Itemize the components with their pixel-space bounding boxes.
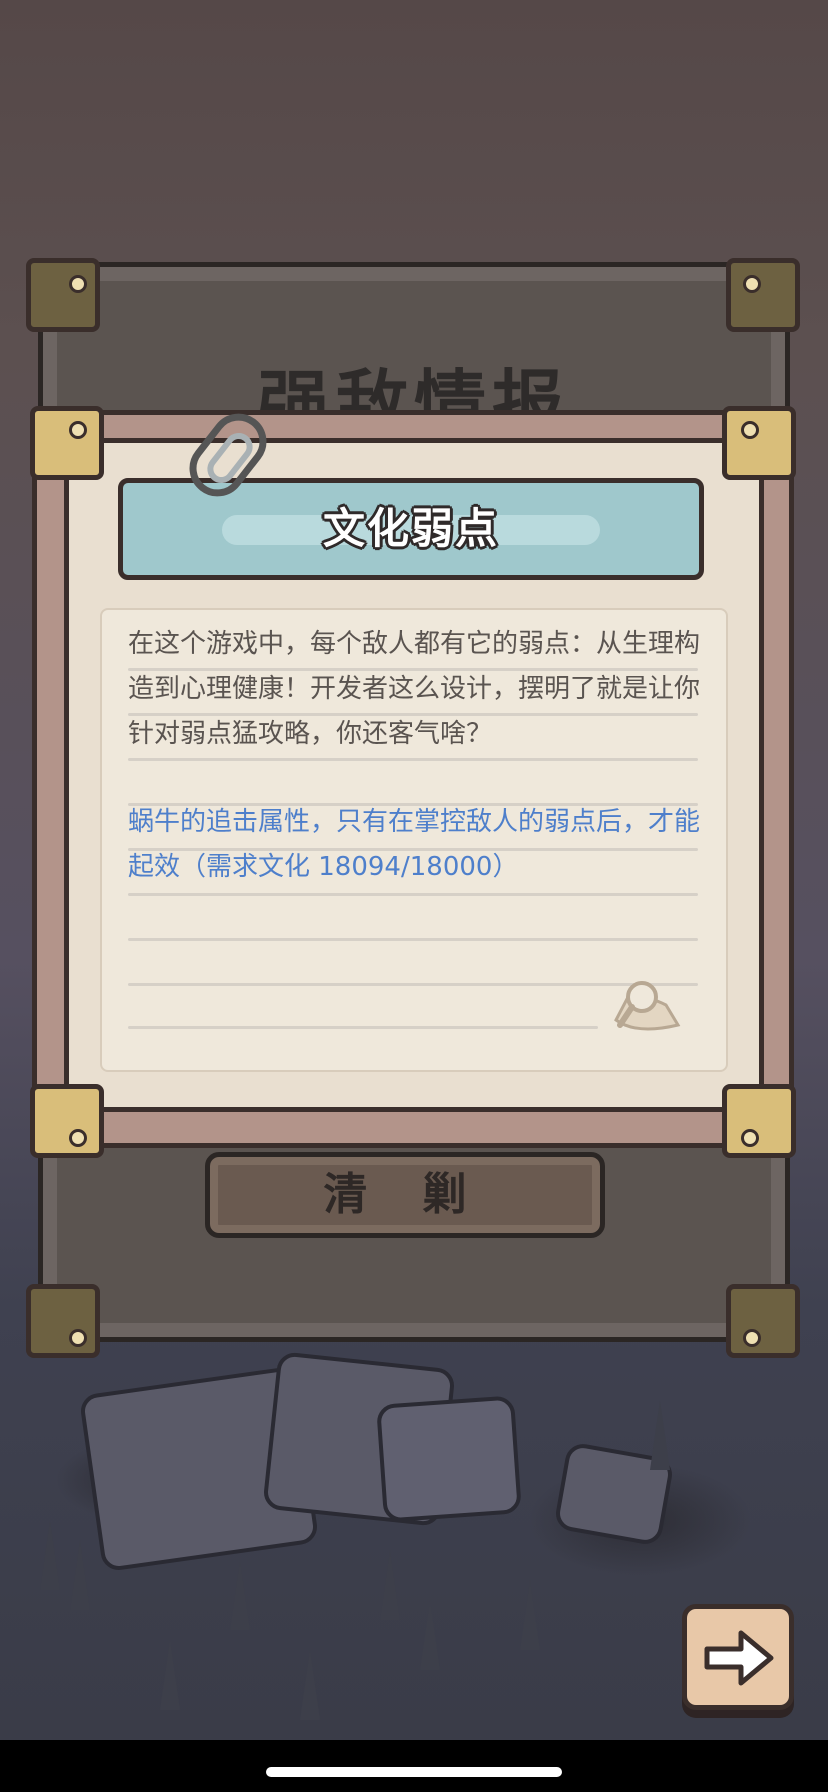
clear-button: 清 剿: [205, 1152, 605, 1238]
grass: [520, 1580, 540, 1650]
board-corner: [26, 1284, 100, 1358]
grass: [300, 1650, 320, 1720]
grass: [160, 1640, 180, 1710]
grass: [230, 1560, 250, 1630]
ruled-line: [128, 938, 698, 941]
ruled-line: [128, 893, 698, 896]
card-corner: [722, 1084, 796, 1158]
card-corner: [30, 406, 104, 480]
grass: [70, 1540, 90, 1610]
card-description: 在这个游戏中，每个敌人都有它的弱点：从生理构造到心理健康！开发者这么设计，摆明了…: [128, 629, 701, 749]
board-corner: [26, 258, 100, 332]
system-bar: [0, 1740, 828, 1792]
card-corner: [30, 1084, 104, 1158]
home-indicator[interactable]: [266, 1767, 562, 1777]
requirement-text: 蜗牛的追击属性，只有在掌控敌人的弱点后，才能起效（需求文化 18094/1800…: [128, 807, 701, 882]
magnifier-icon: [614, 981, 681, 1031]
grass: [380, 1550, 400, 1620]
clear-button-label: 清 剿: [323, 1169, 487, 1220]
ruled-line: [128, 758, 698, 761]
board-corner: [726, 1284, 800, 1358]
board-corner: [726, 258, 800, 332]
rock: [376, 1395, 522, 1523]
grass: [420, 1600, 440, 1670]
card-corner: [722, 406, 796, 480]
arrow-right-icon: [704, 1630, 774, 1686]
next-button[interactable]: [682, 1604, 794, 1710]
ruled-line: [128, 1026, 598, 1029]
grass: [650, 1400, 670, 1470]
grass: [40, 1520, 60, 1590]
